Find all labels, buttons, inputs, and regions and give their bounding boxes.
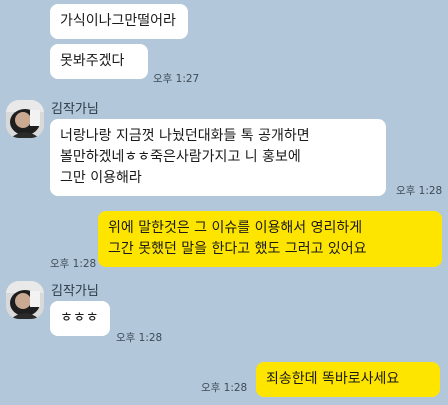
message-timestamp: 오후 1:28 bbox=[201, 382, 248, 394]
profile-photo-icon bbox=[6, 281, 44, 319]
sender-name: 김작가님 bbox=[51, 102, 99, 117]
message-timestamp: 오후 1:28 bbox=[396, 185, 443, 197]
profile-photo-icon bbox=[6, 100, 44, 138]
sender-name: 김작가님 bbox=[51, 284, 99, 299]
avatar[interactable] bbox=[6, 281, 44, 319]
message-bubble[interactable]: 너랑나랑 지금껏 나눴던대화들 톡 공개하면 볼만하겠네ㅎㅎ죽은사람가지고 니 … bbox=[50, 119, 386, 196]
message-bubble[interactable]: 가식이나그만떨어라 bbox=[50, 4, 188, 39]
avatar[interactable] bbox=[6, 100, 44, 138]
message-timestamp: 오후 1:28 bbox=[116, 332, 163, 344]
message-bubble[interactable]: 못봐주겠다 bbox=[50, 44, 148, 79]
my-message-bubble[interactable]: 죄송한데 똑바로사세요 bbox=[256, 362, 440, 397]
my-message-bubble[interactable]: 위에 말한것은 그 이슈를 이용해서 영리하게 그간 못했던 말을 한다고 했도… bbox=[98, 211, 442, 267]
message-timestamp: 오후 1:28 bbox=[50, 258, 97, 270]
message-bubble[interactable]: ㅎㅎㅎ bbox=[50, 301, 110, 336]
message-timestamp: 오후 1:27 bbox=[153, 73, 200, 85]
